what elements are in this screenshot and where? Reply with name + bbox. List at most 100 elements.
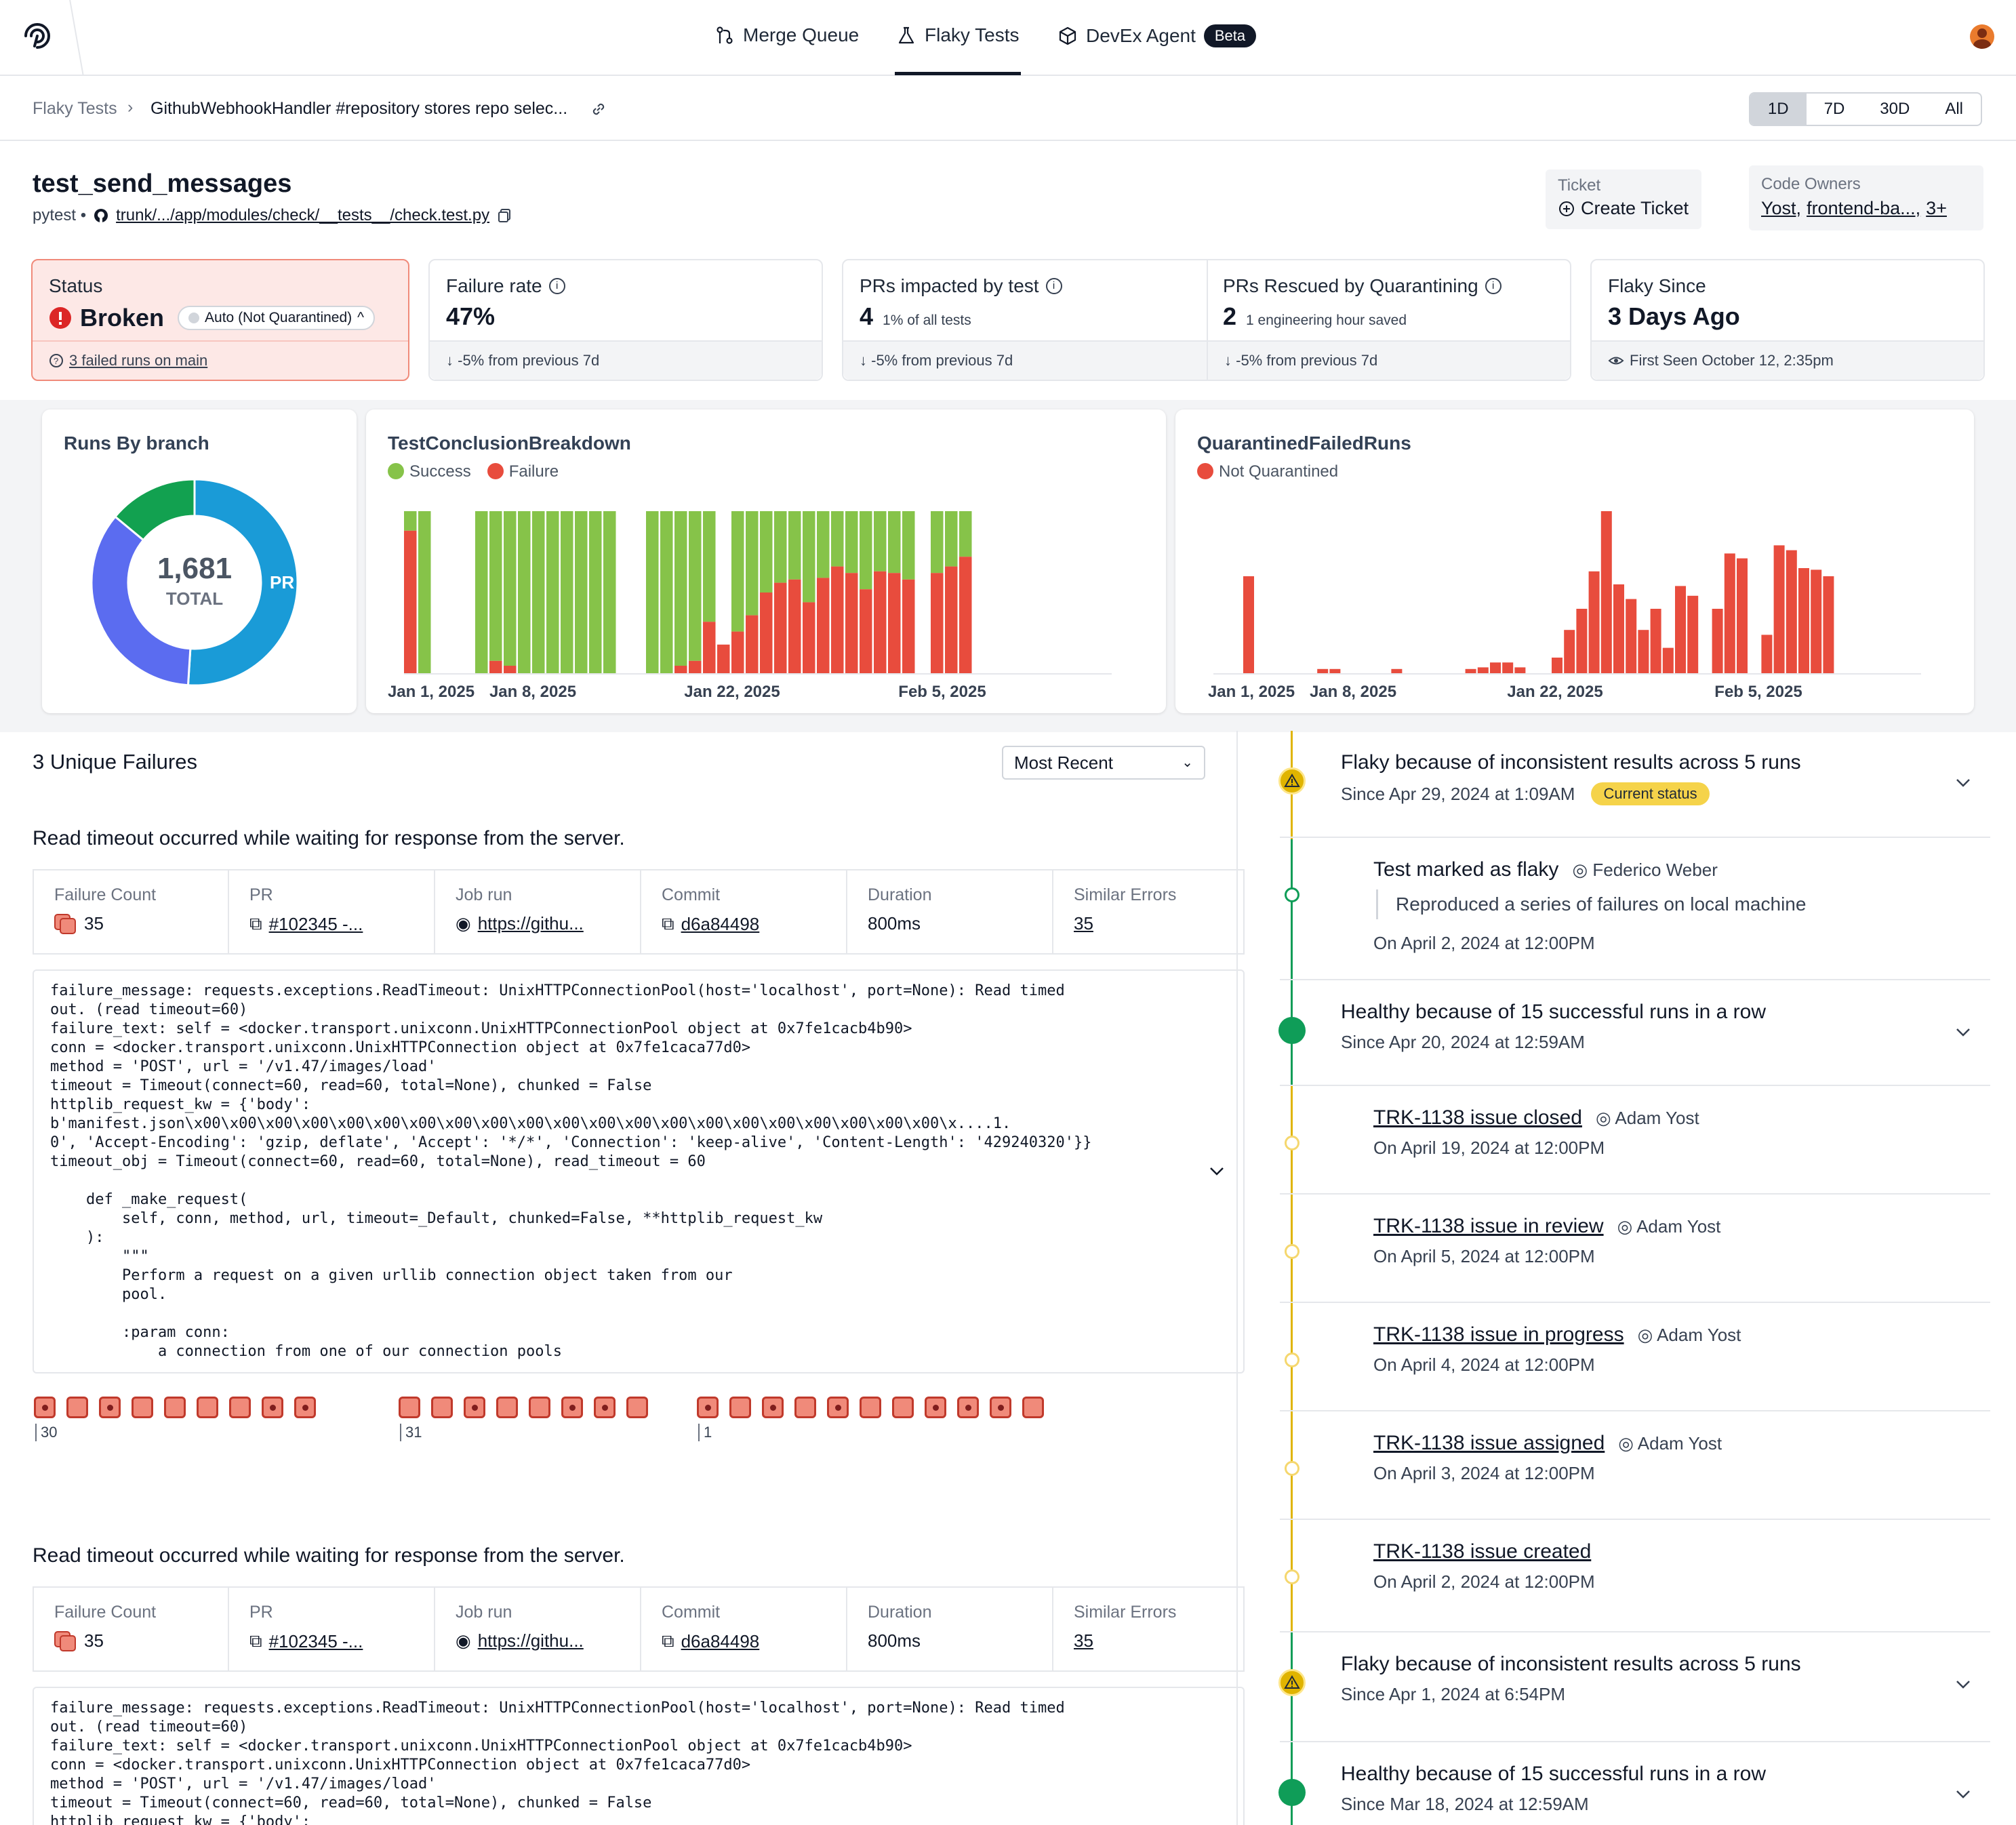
bar-not-quarantined[interactable] bbox=[1477, 667, 1489, 674]
bar-success[interactable] bbox=[959, 511, 972, 557]
run-square[interactable] bbox=[164, 1397, 186, 1418]
bar-failure[interactable] bbox=[902, 579, 915, 674]
bar-success[interactable] bbox=[561, 511, 573, 674]
quarantine-pill[interactable]: Auto (Not Quarantined) ^ bbox=[178, 306, 376, 330]
run-square[interactable] bbox=[860, 1397, 881, 1418]
bar-not-quarantined[interactable] bbox=[1490, 662, 1501, 674]
run-square[interactable] bbox=[529, 1397, 550, 1418]
bar-success[interactable] bbox=[475, 511, 488, 674]
bar-success[interactable] bbox=[532, 511, 545, 674]
run-square[interactable] bbox=[229, 1397, 251, 1418]
bar-failure[interactable] bbox=[845, 573, 858, 674]
link-icon[interactable] bbox=[590, 100, 607, 118]
run-square[interactable] bbox=[132, 1397, 153, 1418]
bar-not-quarantined[interactable] bbox=[1317, 668, 1329, 674]
run-square[interactable] bbox=[262, 1397, 283, 1418]
bar-success[interactable] bbox=[931, 511, 944, 574]
bar-success[interactable] bbox=[489, 511, 502, 661]
bar-failure[interactable] bbox=[788, 579, 801, 674]
bar-success[interactable] bbox=[746, 511, 759, 616]
chevron-down-icon[interactable] bbox=[1954, 1674, 1973, 1693]
chevron-down-icon[interactable] bbox=[1954, 1022, 1973, 1041]
copy-icon[interactable] bbox=[496, 207, 512, 224]
bar-not-quarantined[interactable] bbox=[1798, 568, 1809, 674]
bar-success[interactable] bbox=[674, 511, 687, 666]
run-square[interactable] bbox=[399, 1397, 420, 1418]
bar-not-quarantined[interactable] bbox=[1502, 662, 1514, 674]
run-square[interactable] bbox=[66, 1397, 88, 1418]
bar-success[interactable] bbox=[546, 511, 559, 674]
commit-link[interactable]: d6a84498 bbox=[681, 1631, 760, 1652]
bar-not-quarantined[interactable] bbox=[1626, 599, 1637, 674]
bar-success[interactable] bbox=[945, 511, 958, 567]
bar-failure[interactable] bbox=[760, 593, 773, 674]
breadcrumb-root[interactable]: Flaky Tests bbox=[33, 99, 117, 119]
bar-not-quarantined[interactable] bbox=[1712, 609, 1723, 674]
similar-errors-link[interactable]: 35 bbox=[1074, 913, 1093, 934]
run-square[interactable] bbox=[626, 1397, 648, 1418]
bar-failure[interactable] bbox=[489, 660, 502, 674]
pr-link[interactable]: #102345 -... bbox=[269, 1631, 363, 1652]
range-1d[interactable]: 1D bbox=[1750, 94, 1807, 125]
failure-log[interactable]: failure_message: requests.exceptions.Rea… bbox=[33, 969, 1245, 1373]
bar-success[interactable] bbox=[689, 511, 702, 661]
run-square[interactable] bbox=[827, 1397, 849, 1418]
logo-icon[interactable] bbox=[20, 19, 54, 53]
bar-failure[interactable] bbox=[404, 530, 417, 674]
tab-devex-agent[interactable]: DevEx Agent Beta bbox=[1057, 24, 1257, 47]
bar-not-quarantined[interactable] bbox=[1564, 630, 1575, 674]
chevron-down-icon[interactable] bbox=[1954, 1784, 1973, 1803]
bar-success[interactable] bbox=[660, 511, 673, 674]
bar-failure[interactable] bbox=[803, 602, 815, 674]
commit-link[interactable]: d6a84498 bbox=[681, 914, 760, 935]
bar-success[interactable] bbox=[418, 511, 431, 674]
bar-failure[interactable] bbox=[689, 660, 702, 674]
bar-not-quarantined[interactable] bbox=[1823, 576, 1834, 674]
bar-success[interactable] bbox=[774, 511, 787, 583]
bar-not-quarantined[interactable] bbox=[1465, 668, 1476, 674]
bar-not-quarantined[interactable] bbox=[1662, 647, 1674, 674]
bar-success[interactable] bbox=[860, 511, 872, 590]
bar-success[interactable] bbox=[831, 511, 844, 567]
bar-success[interactable] bbox=[760, 511, 773, 593]
run-square[interactable] bbox=[496, 1397, 518, 1418]
bar-success[interactable] bbox=[788, 511, 801, 580]
bar-success[interactable] bbox=[845, 511, 858, 574]
run-square[interactable] bbox=[794, 1397, 816, 1418]
run-square[interactable] bbox=[464, 1397, 485, 1418]
info-icon[interactable]: i bbox=[548, 278, 565, 294]
bar-success[interactable] bbox=[703, 511, 716, 622]
owners-more-link[interactable]: 3+ bbox=[1926, 198, 1947, 219]
bar-success[interactable] bbox=[518, 511, 531, 674]
job-run-link[interactable]: https://githu... bbox=[478, 913, 584, 934]
bar-not-quarantined[interactable] bbox=[1243, 576, 1254, 674]
bar-not-quarantined[interactable] bbox=[1329, 668, 1341, 674]
test-file-path[interactable]: trunk/.../app/modules/check/__tests__/ch… bbox=[116, 206, 489, 225]
info-icon[interactable]: i bbox=[1485, 278, 1501, 294]
bar-failure[interactable] bbox=[674, 666, 687, 674]
run-square[interactable] bbox=[294, 1397, 316, 1418]
bar-failure[interactable] bbox=[888, 573, 901, 674]
bar-failure[interactable] bbox=[817, 578, 830, 674]
bar-failure[interactable] bbox=[774, 582, 787, 674]
tab-flaky-tests[interactable]: Flaky Tests bbox=[896, 24, 1020, 46]
bar-failure[interactable] bbox=[874, 571, 887, 674]
timeline-item-title[interactable]: TRK-1138 issue assigned bbox=[1373, 1432, 1605, 1455]
bar-not-quarantined[interactable] bbox=[1737, 558, 1748, 674]
owner-link[interactable]: Yost, bbox=[1761, 198, 1801, 219]
owner-link[interactable]: frontend-ba..., bbox=[1807, 198, 1920, 219]
info-icon[interactable]: i bbox=[1045, 278, 1062, 294]
sort-select[interactable]: Most Recent ⌄ bbox=[1002, 746, 1205, 780]
run-square[interactable] bbox=[762, 1397, 784, 1418]
bar-not-quarantined[interactable] bbox=[1613, 584, 1624, 674]
bar-failure[interactable] bbox=[504, 666, 517, 674]
run-square[interactable] bbox=[925, 1397, 946, 1418]
range-7d[interactable]: 7D bbox=[1807, 94, 1863, 125]
timeline-item-title[interactable]: TRK-1138 issue closed bbox=[1373, 1106, 1582, 1129]
bar-success[interactable] bbox=[803, 511, 815, 603]
run-square[interactable] bbox=[561, 1397, 583, 1418]
job-run-link[interactable]: https://githu... bbox=[478, 1630, 584, 1651]
create-ticket-button[interactable]: Create Ticket bbox=[1558, 198, 1689, 219]
bar-success[interactable] bbox=[874, 511, 887, 571]
run-square[interactable] bbox=[431, 1397, 453, 1418]
